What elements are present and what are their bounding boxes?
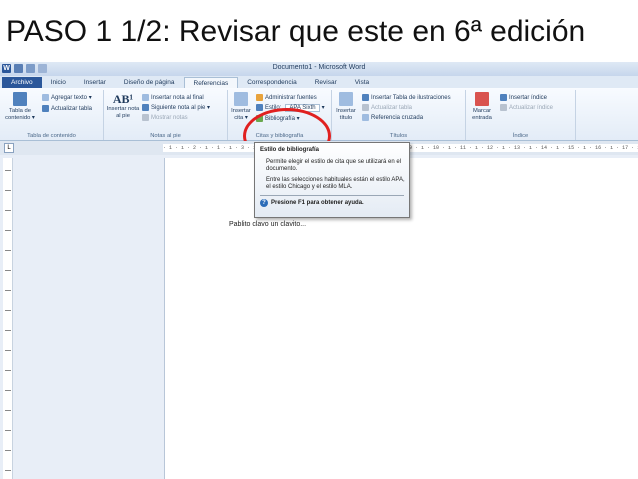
insert-footnote-button[interactable]: AB¹ Insertar nota al pie — [106, 92, 140, 119]
add-text-button[interactable]: Agregar texto ▾ — [42, 93, 92, 102]
tooltip-description-2: Entre las selecciones habituales están e… — [266, 177, 405, 190]
document-body-text[interactable]: Pablito clavo un clavito... — [229, 221, 306, 228]
tab-selector-button[interactable]: L — [4, 143, 14, 153]
insert-endnote-label: Insertar nota al final — [151, 94, 204, 101]
ruler-tick — [5, 230, 11, 231]
update-index-label: Actualizar índice — [509, 104, 554, 111]
word-window-screenshot: W Documento1 - Microsoft Word Archivo In… — [0, 62, 638, 479]
show-notes-label: Mostrar notas — [151, 114, 188, 121]
update-index-button[interactable]: Actualizar índice — [500, 103, 553, 112]
tooltip-help-text: Presione F1 para obtener ayuda. — [271, 200, 364, 206]
mark-entry-label: Marcar entrada — [472, 108, 492, 121]
update-figures-icon — [362, 104, 369, 111]
manage-sources-icon — [256, 94, 263, 101]
tooltip-title: Estilo de bibliografía — [260, 147, 320, 153]
vertical-ruler[interactable] — [3, 158, 13, 479]
tab-archivo[interactable]: Archivo — [2, 77, 42, 88]
insert-index-label: Insertar índice — [509, 94, 548, 101]
index-group: Marcar entrada Insertar índice Actualiza… — [466, 90, 576, 140]
tooltip-help: ? Presione F1 para obtener ayuda. — [260, 199, 404, 207]
ruler-tick — [5, 310, 11, 311]
show-notes-button[interactable]: Mostrar notas — [142, 113, 188, 122]
ab-footnote-icon: AB¹ — [112, 92, 134, 106]
title-bar: W Documento1 - Microsoft Word — [0, 62, 638, 76]
mark-entry-button[interactable]: Marcar entrada — [468, 92, 496, 121]
next-footnote-label: Siguiente nota al pie ▾ — [151, 105, 211, 111]
insert-caption-icon — [339, 92, 353, 106]
ruler-tick — [5, 190, 11, 191]
update-toc-button[interactable]: Actualizar tabla — [42, 104, 92, 113]
endnote-icon — [142, 94, 149, 101]
insert-caption-label: Insertar título — [336, 108, 356, 121]
ruler-tick — [5, 210, 11, 211]
next-footnote-icon — [142, 104, 149, 111]
add-text-icon — [42, 94, 49, 101]
ruler-tick — [5, 390, 11, 391]
insert-citation-icon — [234, 92, 248, 106]
bibliography-style-tooltip: Estilo de bibliografía Permite elegir el… — [254, 142, 410, 218]
table-figures-icon — [362, 94, 369, 101]
footnotes-group-label: Notas al pie — [150, 133, 181, 139]
tab-correspondencia[interactable]: Correspondencia — [238, 77, 306, 88]
tooltip-description: Permite elegir el estilo de cita que se … — [266, 159, 402, 172]
slide-title: PASO 1 1/2: Revisar que este en 6ª edici… — [6, 15, 586, 48]
captions-group-label: Títulos — [389, 133, 408, 139]
tab-inicio[interactable]: Inicio — [42, 77, 75, 88]
update-toc-label: Actualizar tabla — [51, 105, 93, 112]
ruler-tick — [5, 430, 11, 431]
ruler-tick — [5, 330, 11, 331]
ruler-tick — [5, 410, 11, 411]
chevron-down-icon: ▾ — [321, 105, 325, 111]
insert-caption-button[interactable]: Insertar título — [334, 92, 358, 121]
toc-button-label: Tabla de contenido ▾ — [5, 108, 35, 121]
captions-group: Insertar título Insertar Tabla de ilustr… — [332, 90, 466, 140]
ruler-tick — [5, 470, 11, 471]
update-figures-table-button[interactable]: Actualizar tabla — [362, 103, 412, 112]
insert-table-figures-button[interactable]: Insertar Tabla de ilustraciones — [362, 93, 451, 102]
tab-revisar[interactable]: Revisar — [306, 77, 346, 88]
insert-index-button[interactable]: Insertar índice — [500, 93, 547, 102]
next-footnote-button[interactable]: Siguiente nota al pie ▾ — [142, 103, 210, 112]
insert-citation-button[interactable]: Insertar cita ▾ — [230, 92, 252, 121]
show-notes-icon — [142, 114, 149, 121]
style-icon — [256, 104, 263, 111]
cross-reference-label: Referencia cruzada — [371, 114, 424, 121]
add-text-label: Agregar texto ▾ — [51, 95, 92, 101]
update-index-icon — [500, 104, 507, 111]
tab-insertar[interactable]: Insertar — [75, 77, 115, 88]
ruler-tick — [5, 250, 11, 251]
ribbon: Tabla de contenido ▾ Agregar texto ▾ Act… — [0, 88, 638, 164]
ruler-tick — [5, 450, 11, 451]
manage-sources-label: Administrar fuentes — [265, 94, 317, 101]
insert-table-figures-label: Insertar Tabla de ilustraciones — [371, 94, 451, 101]
update-figures-table-label: Actualizar tabla — [371, 104, 413, 111]
manage-sources-button[interactable]: Administrar fuentes — [256, 93, 317, 102]
ruler-tick — [5, 370, 11, 371]
ruler-tick — [5, 270, 11, 271]
tab-vista[interactable]: Vista — [346, 77, 378, 88]
help-icon: ? — [260, 199, 268, 207]
insert-endnote-button[interactable]: Insertar nota al final — [142, 93, 204, 102]
toc-button[interactable]: Tabla de contenido ▾ — [2, 92, 38, 121]
ruler-tick — [5, 350, 11, 351]
cross-reference-icon — [362, 114, 369, 121]
tab-referencias[interactable]: Referencias — [183, 77, 239, 88]
insert-footnote-label: Insertar nota al pie — [106, 106, 140, 119]
ruler-tick — [5, 170, 11, 171]
tab-diseno-de-pagina[interactable]: Diseño de página — [115, 77, 184, 88]
toc-group-label: Tabla de contenido — [27, 133, 76, 139]
footnotes-group: AB¹ Insertar nota al pie Insertar nota a… — [104, 90, 228, 140]
tooltip-divider — [260, 195, 404, 196]
insert-index-icon — [500, 94, 507, 101]
ribbon-tabs: Archivo Inicio Insertar Diseño de página… — [0, 76, 638, 88]
cross-reference-button[interactable]: Referencia cruzada — [362, 113, 423, 122]
toc-group: Tabla de contenido ▾ Agregar texto ▾ Act… — [0, 90, 104, 140]
index-group-label: Índice — [512, 133, 529, 139]
mark-entry-icon — [475, 92, 489, 106]
update-table-icon — [42, 105, 49, 112]
ruler-tick — [5, 290, 11, 291]
toc-icon — [13, 92, 27, 106]
insert-citation-label: Insertar cita ▾ — [231, 108, 251, 121]
window-title: Documento1 - Microsoft Word — [272, 64, 366, 71]
